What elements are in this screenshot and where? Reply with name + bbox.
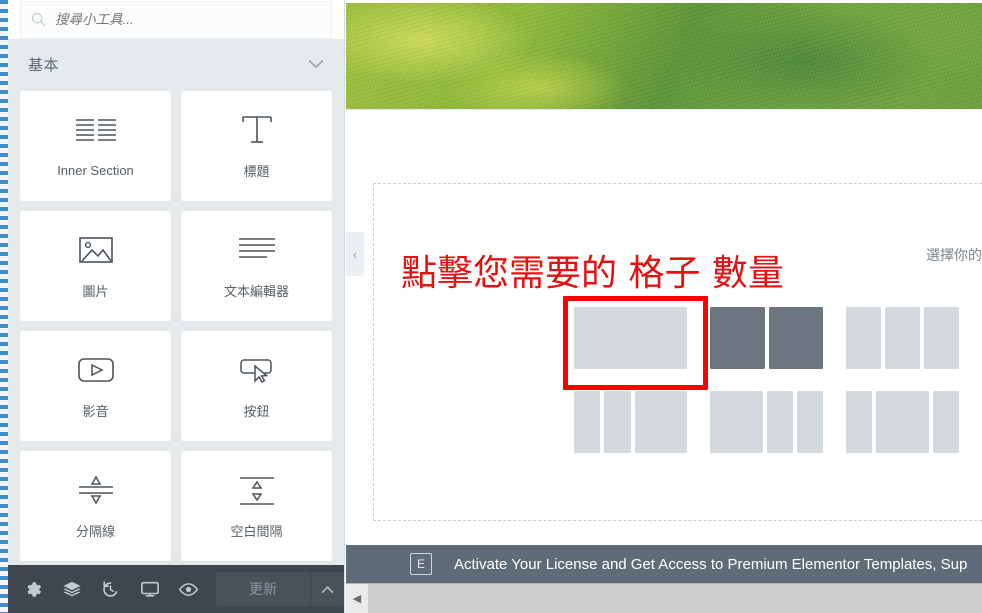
- monitor-icon: [140, 581, 159, 597]
- widget-label: 空白間隔: [230, 523, 283, 539]
- widget-text-editor[interactable]: 文本編輯器: [181, 211, 332, 321]
- widget-label: 文本編輯器: [223, 283, 289, 299]
- chevron-up-icon: [321, 585, 334, 593]
- history-button[interactable]: [92, 565, 131, 613]
- update-group: 更新: [215, 572, 344, 606]
- structure-preset-small-large-small[interactable]: [846, 391, 959, 453]
- structure-preset-one-column[interactable]: [574, 307, 687, 369]
- divider-icon: [77, 473, 115, 507]
- structure-presets: [563, 296, 982, 453]
- preset-wrap-one-column: [563, 296, 710, 390]
- preset-column: [796, 391, 823, 453]
- panel-resize-rail[interactable]: [0, 0, 8, 613]
- widget-heading[interactable]: 標題: [181, 91, 332, 201]
- preset-column: [885, 307, 920, 369]
- widget-spacer[interactable]: 空白間隔: [181, 451, 332, 561]
- widget-label: 影音: [82, 403, 109, 419]
- elementor-logo-icon: E: [410, 553, 432, 575]
- scroll-left-arrow[interactable]: ◀: [346, 583, 368, 613]
- widget-image[interactable]: 圖片: [20, 211, 171, 321]
- settings-button[interactable]: [14, 565, 53, 613]
- preset-column: [768, 307, 823, 369]
- widget-label: 標題: [243, 163, 270, 179]
- scrollbar-track[interactable]: [368, 583, 982, 613]
- search-bar: [8, 0, 344, 40]
- annotation-text: 點擊您需要的 格子 數量: [401, 253, 784, 294]
- spacer-icon: [238, 473, 276, 507]
- widget-inner-section[interactable]: Inner Section: [20, 91, 171, 201]
- preset-column: [574, 307, 687, 369]
- widgets-panel: 基本: [8, 0, 345, 613]
- category-title: 基本: [28, 56, 60, 74]
- preset-wrap-two-columns: [710, 307, 846, 369]
- heading-icon: [240, 113, 274, 147]
- inner-section-icon: [74, 115, 118, 149]
- gear-icon: [27, 581, 41, 597]
- text-editor-icon: [237, 233, 277, 267]
- search-icon: [31, 12, 46, 27]
- preset-wrap-three-columns: [846, 307, 982, 369]
- structure-preset-two-columns[interactable]: [710, 307, 823, 369]
- license-promo-banner[interactable]: E Activate Your License and Get Access t…: [346, 545, 982, 583]
- structure-preset-small-small-large[interactable]: [574, 391, 687, 453]
- structure-preset-large-small-small[interactable]: [710, 391, 823, 453]
- structure-hint-text: 選擇你的: [926, 247, 982, 263]
- widget-label: 按鈕: [243, 403, 270, 419]
- editor-bottom-toolbar: 更新: [8, 565, 344, 613]
- preset-column: [846, 391, 873, 453]
- update-button[interactable]: 更新: [215, 572, 310, 606]
- preset-column: [634, 391, 687, 453]
- widget-label: 圖片: [82, 283, 109, 299]
- preset-column: [924, 307, 959, 369]
- preview-canvas: ‹ 點擊您需要的 格子 數量 選擇你的 E Activate Your Lice…: [346, 0, 982, 613]
- preview-button[interactable]: [169, 565, 208, 613]
- horizontal-scrollbar[interactable]: ◀: [346, 583, 982, 613]
- widget-divider[interactable]: 分隔線: [20, 451, 171, 561]
- preset-column: [710, 307, 765, 369]
- history-icon: [103, 580, 118, 597]
- widget-video[interactable]: 影音: [20, 331, 171, 441]
- eye-icon: [178, 582, 199, 596]
- widget-label: 分隔線: [75, 523, 115, 539]
- navigator-button[interactable]: [53, 565, 92, 613]
- collapse-panel-button[interactable]: ‹: [346, 232, 364, 276]
- preset-column: [710, 391, 763, 453]
- image-icon: [78, 233, 114, 267]
- preset-wrap-large-small-small: [710, 391, 846, 453]
- widget-label: Inner Section: [57, 162, 134, 178]
- update-options-button[interactable]: [309, 572, 344, 606]
- preset-wrap-small-large-small: [846, 391, 982, 453]
- chevron-down-icon: [308, 59, 324, 69]
- promo-message: Activate Your License and Get Access to …: [454, 555, 968, 573]
- preset-column: [766, 391, 793, 453]
- search-box[interactable]: [20, 0, 332, 39]
- widget-grid: Inner Section 標題 圖片 文本編輯器 影音 按鈕 分隔線 空白間隔: [8, 88, 344, 565]
- elementor-editor-window: 基本: [0, 0, 982, 613]
- preset-column: [846, 307, 881, 369]
- widgets-panel-scroll: 基本: [8, 0, 344, 565]
- responsive-mode-button[interactable]: [130, 565, 169, 613]
- preset-wrap-small-small-large: [574, 391, 710, 453]
- category-header-basic[interactable]: 基本: [8, 40, 344, 88]
- preset-column: [876, 391, 929, 453]
- button-icon: [238, 353, 276, 387]
- preset-column: [604, 391, 631, 453]
- search-input[interactable]: [55, 12, 321, 27]
- preset-column: [932, 391, 959, 453]
- video-icon: [77, 353, 115, 387]
- preset-column: [574, 391, 601, 453]
- widget-button[interactable]: 按鈕: [181, 331, 332, 441]
- hero-image: [346, 3, 982, 110]
- structure-preset-three-columns[interactable]: [846, 307, 959, 369]
- layers-icon: [63, 581, 81, 597]
